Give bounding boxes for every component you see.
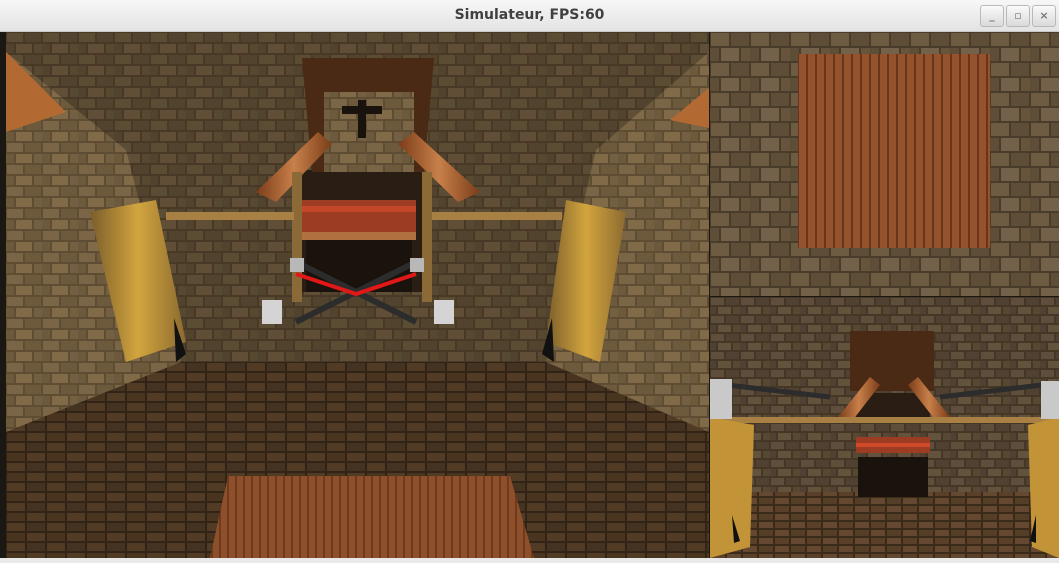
title-bar[interactable]: Simulateur, FPS:60 _ ▫ × [0, 0, 1059, 32]
main-camera-view[interactable] [6, 32, 709, 558]
top-camera-view[interactable] [710, 32, 1059, 296]
window-bottom-border [0, 558, 1059, 563]
rear-scene [710, 297, 1059, 558]
main-scene [6, 32, 709, 558]
close-icon: × [1039, 9, 1049, 22]
rear-camera-view[interactable] [710, 297, 1059, 558]
top-scene [710, 32, 1059, 296]
maximize-icon: ▫ [1014, 9, 1022, 22]
minimize-icon: _ [989, 9, 995, 22]
maximize-button[interactable]: ▫ [1006, 5, 1030, 27]
minimize-button[interactable]: _ [980, 5, 1004, 27]
simulator-window: Simulateur, FPS:60 _ ▫ × [0, 0, 1059, 563]
window-title: Simulateur, FPS:60 [454, 7, 605, 23]
close-button[interactable]: × [1032, 5, 1056, 27]
